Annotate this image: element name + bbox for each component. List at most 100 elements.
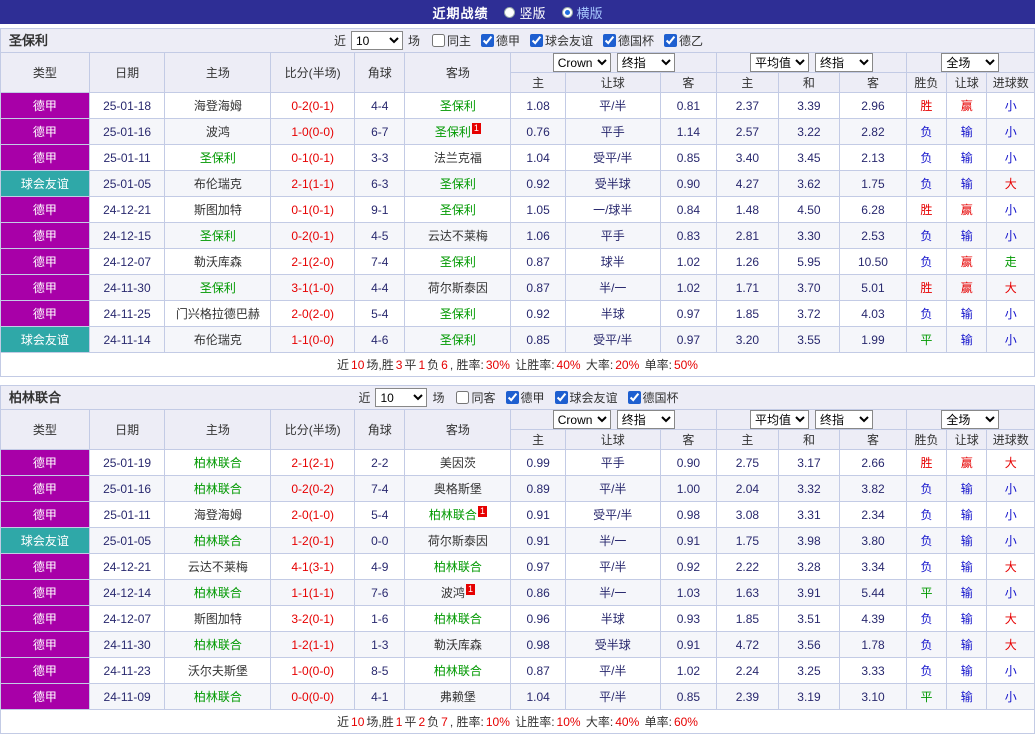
filter-checkbox-input[interactable] bbox=[431, 34, 445, 47]
corner-count: 7-4 bbox=[354, 248, 406, 275]
euro-odds-select[interactable]: 平均值 bbox=[749, 410, 809, 429]
filter-checkbox-3[interactable]: 德国杯 bbox=[627, 389, 679, 406]
home-team-cell: 圣保利 bbox=[164, 222, 272, 249]
match-score: 1-1(0-0) bbox=[270, 326, 356, 353]
match-count-select[interactable]: 10 bbox=[375, 388, 428, 407]
result-scope-select[interactable]: 全场 bbox=[941, 53, 1000, 72]
match-count-select[interactable]: 10 bbox=[350, 31, 403, 50]
filter-checkbox-3[interactable]: 德国杯 bbox=[603, 32, 654, 49]
home-team-name: 柏林联合 bbox=[193, 638, 242, 652]
match-score: 0-2(0-1) bbox=[270, 222, 356, 249]
ah-away-odds: 0.91 bbox=[659, 527, 718, 554]
euro-home-odds: 1.85 bbox=[716, 300, 779, 327]
euro-home-odds: 1.48 bbox=[716, 196, 779, 223]
summary-text: 10 bbox=[351, 715, 365, 729]
sub-col-header-0: 主 bbox=[510, 429, 566, 450]
match-score: 0-1(0-1) bbox=[270, 196, 356, 223]
result-handicap: 输 bbox=[946, 118, 988, 145]
away-team-cell: 柏林联合 bbox=[404, 553, 512, 580]
euro-away-odds: 3.10 bbox=[839, 683, 907, 710]
odds-company-select[interactable]: Crown bbox=[552, 53, 611, 72]
home-team-cell: 柏林联合 bbox=[164, 449, 272, 476]
result-handicap: 输 bbox=[946, 501, 988, 528]
away-team-cell: 波鸿 1 bbox=[404, 579, 512, 606]
layout-radio-vertical[interactable]: 竖版 bbox=[504, 3, 546, 22]
filter-checkbox-input[interactable] bbox=[480, 34, 494, 47]
ah-handicap: 平手 bbox=[564, 222, 661, 249]
sub-col-header-1: 让球 bbox=[564, 429, 661, 450]
match-date: 24-12-07 bbox=[88, 248, 166, 275]
odds-company-select[interactable]: 终指 bbox=[616, 410, 675, 429]
filter-checkbox-1[interactable]: 德甲 bbox=[505, 389, 545, 406]
radio-label-vertical: 竖版 bbox=[519, 5, 546, 21]
radio-button-icon bbox=[504, 6, 516, 18]
sub-col-header-7: 让球 bbox=[946, 72, 988, 93]
sub-col-header-0: 主 bbox=[510, 72, 566, 93]
euro-odds-select[interactable]: 终指 bbox=[814, 410, 873, 429]
filter-checkbox-input[interactable] bbox=[627, 391, 641, 404]
away-team-cell: 柏林联合 1 bbox=[404, 501, 512, 528]
sub-col-header-1: 让球 bbox=[564, 72, 661, 93]
result-outcome: 平 bbox=[905, 683, 948, 710]
euro-home-odds: 1.63 bbox=[716, 579, 779, 606]
match-score: 2-0(2-0) bbox=[270, 300, 356, 327]
euro-odds-select[interactable]: 终指 bbox=[814, 53, 873, 72]
result-goals: 小 bbox=[986, 527, 1035, 554]
filter-checkbox-input[interactable] bbox=[664, 34, 678, 47]
column-header-row-1: 类型 日期 主场 比分(半场) 角球 客场 Crown 终指 平均值 终指 全场 bbox=[0, 52, 1035, 93]
match-score: 2-1(2-0) bbox=[270, 248, 356, 275]
euro-odds-select[interactable]: 平均值 bbox=[749, 53, 809, 72]
match-date: 24-11-30 bbox=[88, 631, 166, 658]
filter-checkbox-input[interactable] bbox=[603, 34, 617, 47]
euro-draw-odds: 3.31 bbox=[777, 501, 841, 528]
match-row: 德甲 24-11-25 门兴格拉德巴赫 2-0(2-0) 5-4 圣保利 0.92 半球 0.9… bbox=[0, 300, 1035, 327]
filter-checkbox-input[interactable] bbox=[554, 391, 568, 404]
corner-count: 0-0 bbox=[354, 527, 406, 554]
away-team-cell: 圣保利 bbox=[404, 92, 512, 119]
corner-count: 1-6 bbox=[354, 605, 406, 632]
result-outcome: 负 bbox=[905, 222, 948, 249]
result-handicap: 输 bbox=[946, 170, 988, 197]
ah-home-odds: 0.76 bbox=[510, 118, 566, 145]
summary-row: 近 10 场,胜 3 平 1 负 6, 胜率: 30% 让胜率: 40% 大率: 20% 单率: 50… bbox=[0, 352, 1035, 377]
ah-away-odds: 0.92 bbox=[659, 553, 718, 580]
match-row: 球会友谊 24-11-14 布伦瑞克 1-1(0-0) 4-6 圣保利 0.85 受平/半 0.… bbox=[0, 326, 1035, 353]
filter-checkbox-input[interactable] bbox=[530, 34, 543, 47]
summary-text: 近 bbox=[337, 358, 350, 372]
filter-checkbox-label: 同客 bbox=[471, 391, 496, 405]
ah-handicap: 半/一 bbox=[564, 579, 661, 606]
result-handicap: 赢 bbox=[946, 196, 988, 223]
filter-checkbox-input[interactable] bbox=[456, 391, 470, 404]
sub-col-header-4: 和 bbox=[777, 72, 841, 93]
filter-checkbox-0[interactable]: 同主 bbox=[431, 32, 471, 49]
match-row: 德甲 25-01-19 柏林联合 2-1(2-1) 2-2 美因茨 0.99 平手 0.90 2.… bbox=[0, 449, 1035, 476]
sub-col-header-5: 客 bbox=[839, 72, 907, 93]
filter-checkbox-1[interactable]: 德甲 bbox=[480, 32, 520, 49]
league-badge: 德甲 bbox=[0, 475, 90, 502]
filter-checkbox-0[interactable]: 同客 bbox=[456, 389, 496, 406]
column-header-row-1: 类型 日期 主场 比分(半场) 角球 客场 Crown 终指 平均值 终指 全场 bbox=[0, 409, 1035, 450]
filter-checkbox-4[interactable]: 德乙 bbox=[664, 32, 703, 49]
ah-handicap: 半/一 bbox=[564, 527, 661, 554]
result-scope-select[interactable]: 全场 bbox=[941, 410, 1000, 429]
home-team-cell: 勒沃库森 bbox=[164, 248, 272, 275]
home-team-name: 波鸿 bbox=[205, 125, 230, 139]
home-team-name: 海登海姆 bbox=[193, 99, 242, 113]
filter-checkbox-2[interactable]: 球会友谊 bbox=[530, 32, 593, 49]
away-team-cell: 柏林联合 bbox=[404, 657, 512, 684]
filter-checkbox-input[interactable] bbox=[505, 391, 519, 404]
home-team-name: 布伦瑞克 bbox=[193, 333, 242, 347]
euro-away-odds: 1.99 bbox=[839, 326, 907, 353]
odds-company-select[interactable]: Crown bbox=[552, 410, 611, 429]
filter-checkbox-2[interactable]: 球会友谊 bbox=[554, 389, 618, 406]
layout-radio-horizontal[interactable]: 横版 bbox=[561, 3, 603, 22]
league-badge: 德甲 bbox=[0, 118, 90, 145]
euro-draw-odds: 5.95 bbox=[777, 248, 841, 275]
odds-company-select[interactable]: 终指 bbox=[616, 53, 675, 72]
result-outcome: 负 bbox=[905, 300, 948, 327]
match-row: 德甲 24-12-07 勒沃库森 2-1(2-0) 7-4 圣保利 0.87 球半 1.02 1.… bbox=[0, 248, 1035, 275]
euro-away-odds: 2.66 bbox=[839, 449, 907, 476]
ah-away-odds: 0.85 bbox=[659, 144, 718, 171]
match-date: 25-01-18 bbox=[88, 92, 166, 119]
summary-text: 30% bbox=[485, 358, 510, 372]
